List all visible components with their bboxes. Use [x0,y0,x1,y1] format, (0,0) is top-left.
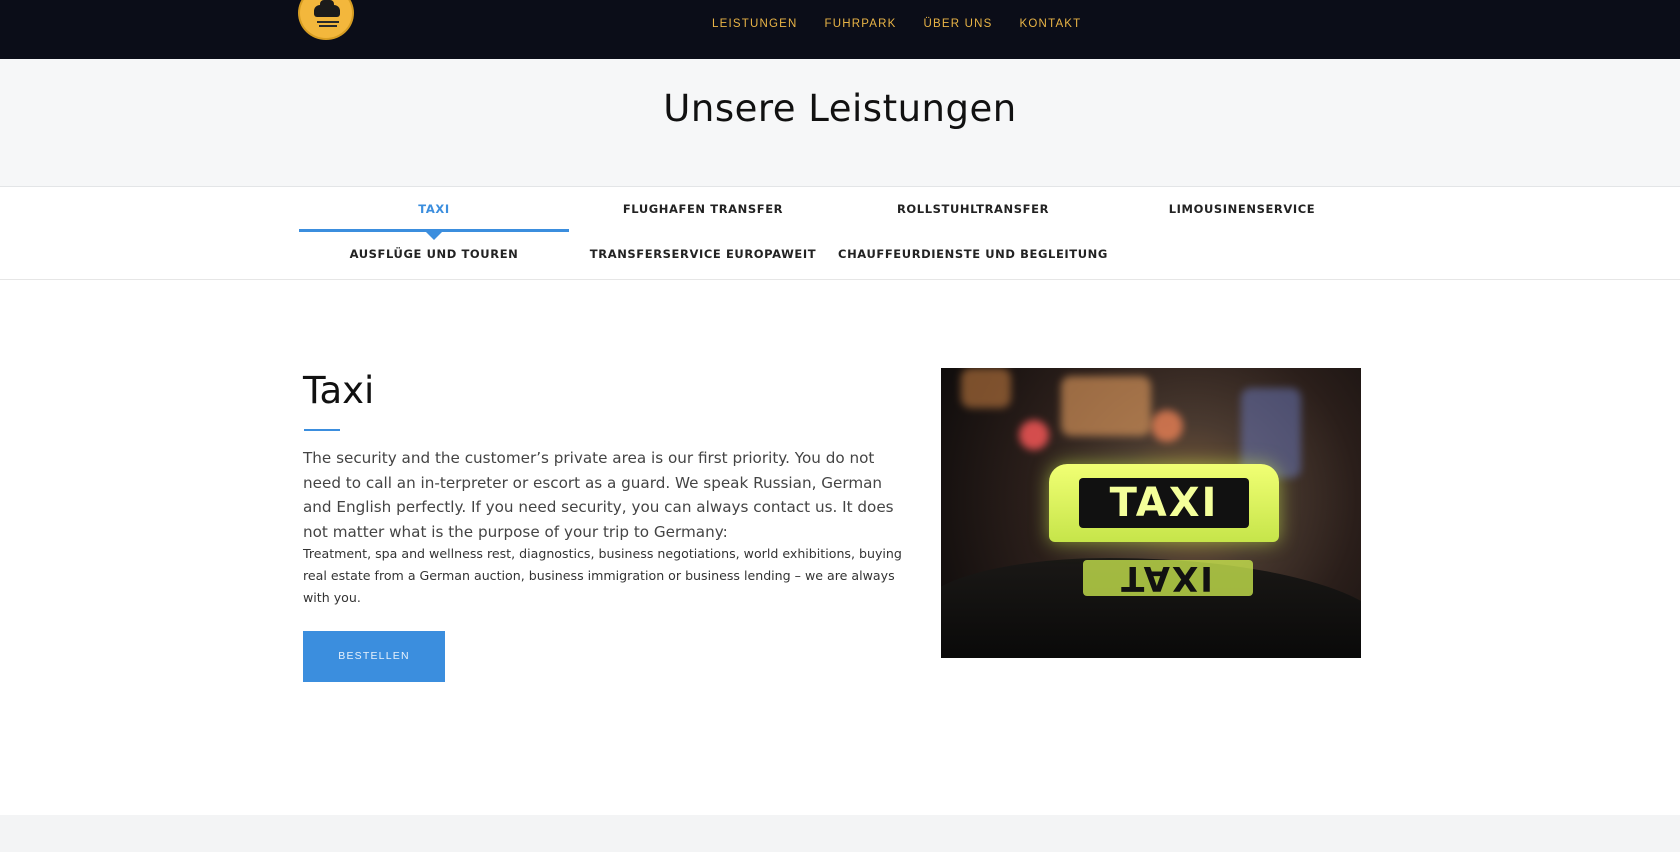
tab-ausfluege-und-touren[interactable]: AUSFLÜGE UND TOUREN [299,233,569,277]
taxi-logo-icon[interactable] [298,0,354,40]
tab-taxi[interactable]: TAXI [299,188,569,240]
taxi-sign-text: TAXI [1079,478,1249,528]
tab-label: CHAUFFEURDIENSTE UND BEGLEITUNG [838,247,1108,261]
tab-rollstuhltransfer[interactable]: ROLLSTUHLTRANSFER [838,188,1108,232]
tab-label: AUSFLÜGE UND TOUREN [349,247,519,261]
tab-label: TAXI [418,202,450,216]
taxi-sign-photo: TAXI TAXI [941,368,1361,658]
main-nav: LEISTUNGEN FUHRPARK ÜBER UNS KONTAKT [712,18,1108,30]
tab-limousinenservice[interactable]: LIMOUSINENSERVICE [1107,188,1377,232]
tab-transferservice-europaweit[interactable]: TRANSFERSERVICE EUROPAWEIT [568,233,838,277]
service-details: Treatment, spa and wellness rest, diagno… [303,546,902,605]
service-tabs: TAXI FLUGHAFEN TRANSFER ROLLSTUHLTRANSFE… [0,188,1680,280]
title-divider [304,429,340,431]
service-description: The security and the customer’s private … [303,449,894,541]
tab-label: FLUGHAFEN TRANSFER [622,202,784,216]
service-title: Taxi [303,369,375,412]
tab-label: LIMOUSINENSERVICE [1168,202,1316,216]
page-title: Unsere Leistungen [663,87,1017,130]
nav-link-fuhrpark[interactable]: FUHRPARK [825,18,897,30]
tab-flughafen-transfer[interactable]: FLUGHAFEN TRANSFER [568,188,838,232]
taxi-sign-reflection: TAXI [1083,560,1253,596]
tab-label: ROLLSTUHLTRANSFER [896,202,1050,216]
page-header: Unsere Leistungen [0,59,1680,187]
nav-link-leistungen[interactable]: LEISTUNGEN [712,18,798,30]
footer-band [0,815,1680,852]
top-navbar: LEISTUNGEN FUHRPARK ÜBER UNS KONTAKT [0,0,1680,59]
tab-label: TRANSFERSERVICE EUROPAWEIT [589,247,817,261]
nav-link-ueber-uns[interactable]: ÜBER UNS [924,18,993,30]
order-button[interactable]: BESTELLEN [303,631,445,682]
reflection-text: TAXI [1121,560,1215,596]
nav-link-kontakt[interactable]: KONTAKT [1020,18,1082,30]
tab-chauffeurdienste[interactable]: CHAUFFEURDIENSTE UND BEGLEITUNG [818,233,1128,277]
taxi-roof-sign: TAXI [1049,464,1279,542]
